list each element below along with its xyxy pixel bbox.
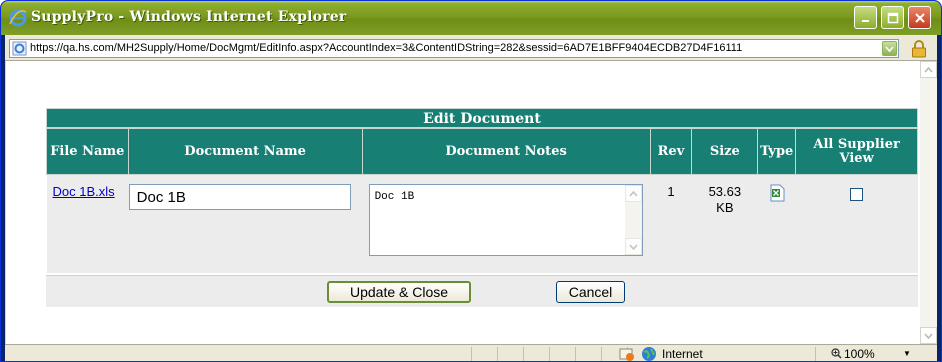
notes-scrollbar[interactable] — [624, 185, 642, 255]
window-title: SupplyPro - Windows Internet Explorer — [31, 9, 347, 25]
chevron-down-icon — [924, 332, 933, 339]
minimize-icon — [861, 19, 869, 22]
browser-window: SupplyPro - Windows Internet Explorer ht… — [0, 0, 942, 362]
page-scrollbar[interactable] — [920, 61, 937, 344]
all-supplier-view-cell — [795, 174, 918, 273]
internet-globe-icon — [642, 347, 656, 361]
edit-document-panel: Edit Document File Name Document Name Do… — [46, 108, 918, 273]
url-text: https://qa.hs.com/MH2Supply/Home/DocMgmt… — [30, 42, 743, 54]
page-icon — [12, 41, 27, 56]
maximize-button[interactable] — [881, 6, 904, 29]
protected-mode-icon[interactable] — [619, 346, 635, 362]
excel-file-icon — [770, 184, 785, 202]
close-icon — [914, 12, 925, 23]
url-dropdown-button[interactable] — [882, 41, 897, 56]
security-zone-label: Internet — [662, 347, 703, 361]
zoom-dropdown-icon[interactable]: ▼ — [903, 349, 911, 358]
scroll-down-button[interactable] — [920, 327, 937, 344]
file-link[interactable]: Doc 1B.xls — [47, 184, 115, 199]
status-divider — [471, 347, 472, 361]
address-bar: https://qa.hs.com/MH2Supply/Home/DocMgmt… — [5, 35, 937, 61]
table-row: Doc 1B.xls Doc 1B Doc 1B 1 53.63 KB — [46, 174, 918, 273]
status-divider — [497, 347, 498, 361]
status-divider — [601, 347, 602, 361]
document-name-input[interactable] — [128, 184, 351, 210]
column-header: Document Name — [127, 128, 363, 175]
document-notes-cell: Doc 1B — [362, 174, 651, 273]
column-header: All Supplier View — [795, 128, 918, 175]
notes-scroll-down[interactable] — [624, 238, 642, 255]
cancel-button[interactable]: Cancel — [556, 281, 625, 303]
column-header: Type — [757, 128, 797, 175]
page-content: Edit Document File Name Document Name Do… — [5, 61, 937, 344]
update-close-button[interactable]: Update & Close — [327, 281, 471, 303]
type-cell — [757, 174, 797, 273]
rev-cell: 1 — [650, 174, 693, 273]
file-name-cell: Doc 1B.xls — [46, 174, 129, 273]
lock-icon[interactable] — [910, 39, 928, 58]
notes-scroll-up[interactable] — [624, 185, 642, 202]
panel-title: Edit Document — [46, 108, 918, 128]
title-bar[interactable]: SupplyPro - Windows Internet Explorer — [1, 1, 941, 35]
column-header: File Name — [46, 128, 129, 175]
status-divider — [549, 347, 550, 361]
minimize-button[interactable] — [854, 6, 877, 29]
zoom-level[interactable]: 100% — [844, 347, 875, 361]
all-supplier-view-checkbox[interactable] — [850, 188, 864, 201]
document-table: File Name Document Name Document Notes R… — [46, 128, 918, 273]
chevron-down-icon — [628, 243, 638, 250]
chevron-up-icon — [628, 190, 638, 197]
status-divider — [523, 347, 524, 361]
size-cell: 53.63 KB — [691, 174, 759, 273]
status-divider — [815, 347, 816, 361]
chevron-up-icon — [924, 66, 933, 73]
ie-logo-icon — [9, 9, 27, 27]
column-header: Document Notes — [361, 128, 651, 175]
column-header: Rev — [649, 128, 693, 175]
notes-text: Doc 1B — [374, 191, 415, 203]
maximize-icon — [887, 12, 898, 23]
table-header-row: File Name Document Name Document Notes R… — [46, 128, 918, 175]
zoom-icon — [831, 348, 842, 359]
document-notes-textarea[interactable]: Doc 1B — [368, 184, 643, 256]
chevron-down-icon — [885, 45, 894, 52]
column-header: Size — [691, 128, 759, 175]
close-button[interactable] — [908, 6, 931, 29]
action-bar: Update & Close Cancel — [46, 275, 918, 307]
url-field[interactable]: https://qa.hs.com/MH2Supply/Home/DocMgmt… — [9, 39, 899, 58]
status-divider — [575, 347, 576, 361]
document-name-cell — [128, 174, 363, 273]
status-bar: Internet 100% ▼ — [5, 344, 937, 362]
scroll-up-button[interactable] — [920, 61, 937, 78]
